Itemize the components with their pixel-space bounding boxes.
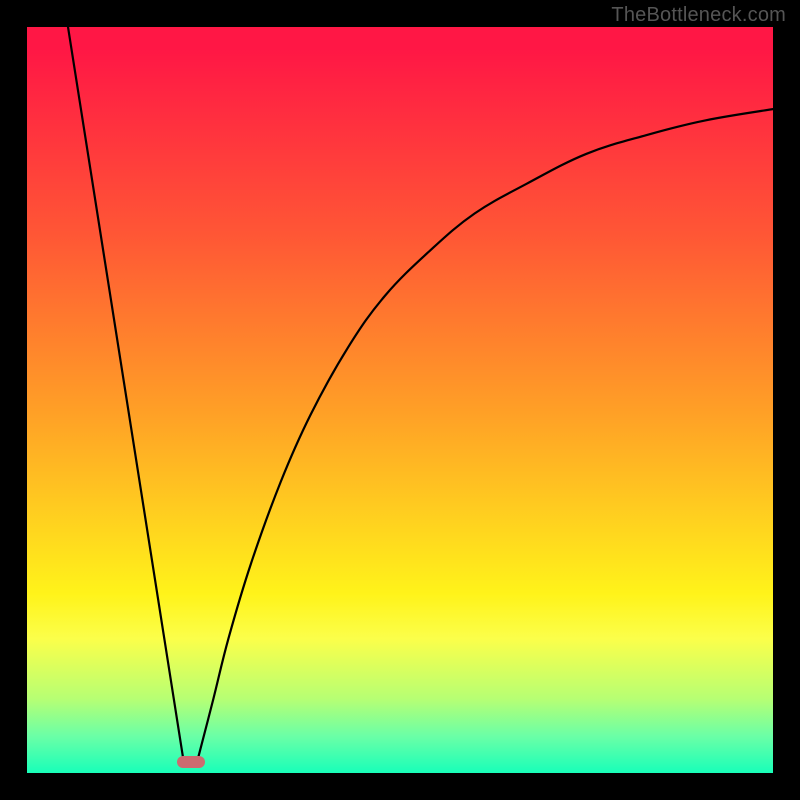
curve-right-branch <box>197 109 773 762</box>
chart-stage: TheBottleneck.com <box>0 0 800 800</box>
curve-left-branch <box>68 27 184 762</box>
plot-area <box>27 27 773 773</box>
minimum-marker <box>177 756 205 768</box>
watermark-text: TheBottleneck.com <box>611 4 786 27</box>
bottleneck-curve <box>27 27 773 773</box>
